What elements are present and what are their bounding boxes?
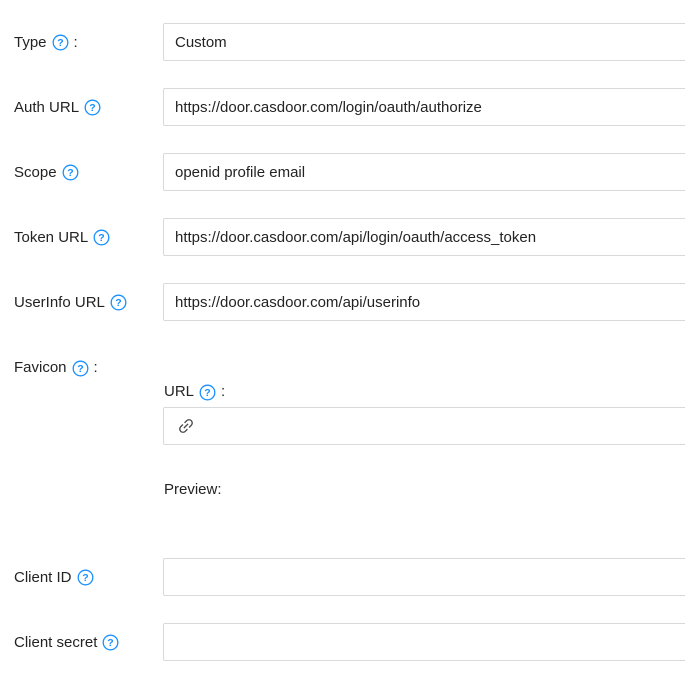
userinfo-url-label-text: UserInfo URL (14, 294, 105, 311)
question-circle-icon[interactable]: ? (93, 229, 110, 246)
svg-text:?: ? (204, 387, 210, 399)
favicon-url-label-text: URL (164, 383, 194, 401)
favicon-preview-label: Preview: (164, 481, 222, 499)
svg-text:?: ? (98, 232, 104, 244)
svg-text:?: ? (89, 102, 95, 114)
question-circle-icon[interactable]: ? (77, 569, 94, 586)
form-row-scope: Scope ? (0, 153, 685, 191)
svg-text:?: ? (67, 167, 73, 179)
client-id-label-text: Client ID (14, 569, 72, 586)
type-select[interactable] (163, 23, 685, 61)
question-circle-icon[interactable]: ? (52, 34, 69, 51)
question-circle-icon[interactable]: ? (102, 634, 119, 651)
type-label: Type ? : (14, 34, 163, 51)
auth-url-input[interactable] (163, 88, 685, 126)
provider-edit-form: Type ? : Auth URL ? Scope ? (0, 0, 685, 676)
scope-input[interactable] (163, 153, 685, 191)
client-secret-label: Client secret ? (14, 634, 163, 651)
form-row-token-url: Token URL ? (0, 218, 685, 256)
form-row-type: Type ? : (0, 23, 685, 61)
scope-label-text: Scope (14, 164, 57, 181)
favicon-preview-label-text: Preview: (164, 481, 222, 499)
type-label-text: Type (14, 34, 47, 51)
favicon-url-input[interactable] (200, 409, 685, 443)
userinfo-url-label: UserInfo URL ? (14, 294, 163, 311)
favicon-label-text: Favicon (14, 359, 67, 377)
form-row-auth-url: Auth URL ? (0, 88, 685, 126)
question-circle-icon[interactable]: ? (72, 360, 89, 377)
svg-text:?: ? (57, 37, 63, 49)
client-secret-label-text: Client secret (14, 634, 97, 651)
auth-url-label: Auth URL ? (14, 99, 163, 116)
svg-text:?: ? (115, 297, 121, 309)
svg-text:?: ? (82, 572, 88, 584)
token-url-input[interactable] (163, 218, 685, 256)
type-label-colon: : (74, 34, 78, 51)
svg-text:?: ? (77, 363, 83, 375)
userinfo-url-input[interactable] (163, 283, 685, 321)
token-url-label: Token URL ? (14, 229, 163, 246)
scope-label: Scope ? (14, 164, 163, 181)
favicon-label-colon: : (94, 359, 98, 377)
favicon-url-label: URL ? : (164, 383, 225, 401)
client-id-label: Client ID ? (14, 569, 163, 586)
client-secret-input[interactable] (163, 623, 685, 661)
svg-text:?: ? (108, 637, 114, 649)
form-row-client-secret: Client secret ? (0, 623, 685, 661)
form-row-client-id: Client ID ? (0, 558, 685, 596)
question-circle-icon[interactable]: ? (199, 384, 216, 401)
question-circle-icon[interactable]: ? (62, 164, 79, 181)
question-circle-icon[interactable]: ? (110, 294, 127, 311)
link-icon (178, 418, 194, 434)
client-id-input[interactable] (163, 558, 685, 596)
form-row-userinfo-url: UserInfo URL ? (0, 283, 685, 321)
favicon-url-row (163, 407, 685, 445)
favicon-url-label-colon: : (221, 383, 225, 401)
auth-url-label-text: Auth URL (14, 99, 79, 116)
favicon-url-field[interactable] (163, 407, 685, 445)
question-circle-icon[interactable]: ? (84, 99, 101, 116)
token-url-label-text: Token URL (14, 229, 88, 246)
favicon-label: Favicon ? : (14, 359, 98, 377)
